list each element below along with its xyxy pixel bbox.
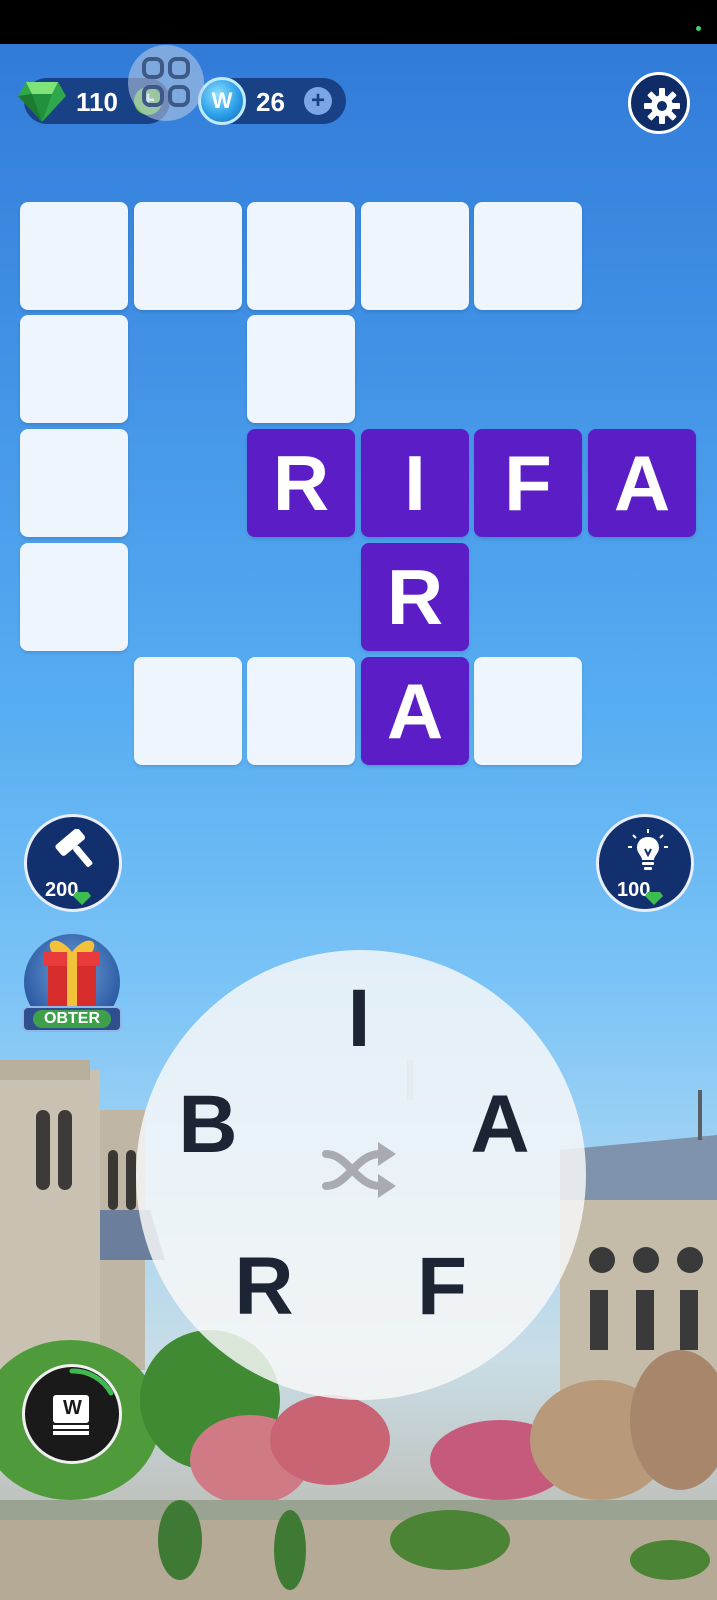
crossword-cell-filled: R (247, 429, 355, 537)
crossword-cell (20, 429, 128, 537)
crossword-cell (247, 657, 355, 765)
status-bar (0, 0, 717, 44)
settings-button[interactable] (628, 72, 690, 134)
crossword-cell (361, 202, 469, 310)
hammer-icon (55, 829, 93, 867)
daily-challenge-button[interactable]: W (22, 1364, 122, 1464)
gear-icon (644, 88, 680, 124)
hammer-cost: 200 (45, 879, 91, 905)
crossword-cell-filled: R (361, 543, 469, 651)
crossword-cell-filled: F (474, 429, 582, 537)
add-coins-button[interactable]: + (304, 87, 332, 115)
crossword-cell (247, 202, 355, 310)
crossword-cell-filled: I (361, 429, 469, 537)
lightbulb-icon (628, 829, 668, 870)
wheel-letter[interactable]: F (402, 1240, 482, 1334)
crossword-cell (134, 202, 242, 310)
gift-box-icon (44, 940, 100, 1006)
hammer-powerup-button[interactable]: 200 (24, 814, 122, 912)
gem-icon (18, 82, 66, 122)
crossword-cell (20, 202, 128, 310)
hint-powerup-button[interactable]: 100 (596, 814, 694, 912)
gift-label: OBTER (33, 1010, 111, 1028)
gems-value: 110 (76, 87, 118, 117)
crossword-cell (474, 202, 582, 310)
wheel-letter[interactable]: R (224, 1240, 304, 1334)
menu-grid-button[interactable] (128, 45, 204, 121)
hint-cost: 100 (617, 879, 663, 905)
wheel-letter[interactable]: A (460, 1078, 540, 1172)
gift-label-bar: OBTER (22, 1006, 122, 1032)
wheel-letter[interactable]: B (168, 1078, 248, 1172)
letter-wheel[interactable]: I B A R F (136, 950, 586, 1400)
crossword-cell-filled: A (588, 429, 696, 537)
shuffle-icon[interactable] (322, 1138, 398, 1202)
crossword-cell (20, 543, 128, 651)
wheel-letter[interactable]: I (319, 972, 399, 1066)
daily-icon-letter: W (63, 1397, 82, 1419)
crossword-cell-filled: A (361, 657, 469, 765)
gem-icon (73, 892, 91, 905)
crossword-cell (247, 315, 355, 423)
gift-reward-button[interactable]: OBTER (22, 934, 122, 1034)
coin-icon: W (198, 77, 246, 125)
gem-icon (645, 892, 663, 905)
coins-value: 26 (256, 87, 285, 117)
crossword-cell (134, 657, 242, 765)
status-dot (696, 26, 701, 31)
crossword-cell (20, 315, 128, 423)
crossword-cell (474, 657, 582, 765)
grid-icon (142, 57, 190, 107)
